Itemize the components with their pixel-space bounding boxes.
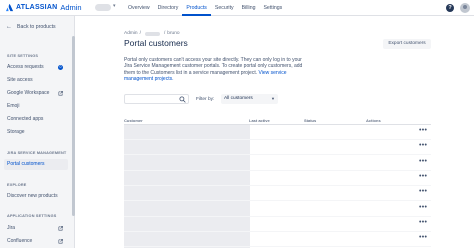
breadcrumb-admin[interactable]: Admin xyxy=(124,31,138,36)
nav-directory[interactable]: Directory xyxy=(154,0,183,16)
more-actions-icon[interactable]: ••• xyxy=(419,219,427,226)
sidebar-item-label: Confluence xyxy=(7,238,33,244)
more-actions-icon[interactable]: ••• xyxy=(419,234,427,241)
breadcrumb-redacted[interactable] xyxy=(144,31,160,36)
sidebar-item-label: Discover new products xyxy=(7,193,58,199)
section-explore: EXPLORE xyxy=(7,183,27,187)
nav-settings[interactable]: Settings xyxy=(259,0,286,16)
sidebar-item-access-requests[interactable]: Access requests 0 xyxy=(7,62,67,73)
nav-overview[interactable]: Overview xyxy=(124,0,154,16)
redacted-customer-list xyxy=(124,125,250,248)
org-switcher[interactable] xyxy=(95,4,111,11)
chevron-down-icon: ▼ xyxy=(271,96,275,101)
sidebar-item-label: Storage xyxy=(7,129,25,135)
atlassian-logo[interactable]: ATLASSIAN Admin xyxy=(5,3,82,12)
table-row xyxy=(124,184,431,186)
filter-label: Filter by: xyxy=(196,97,215,102)
more-actions-icon[interactable]: ••• xyxy=(419,204,427,211)
back-to-products-link[interactable]: ← Back to products xyxy=(6,24,56,30)
sidebar-item-site-access[interactable]: Site access xyxy=(7,75,67,86)
external-link-icon xyxy=(58,91,63,96)
sidebar-item-connected-apps[interactable]: Connected apps xyxy=(7,114,67,125)
nav-products[interactable]: Products xyxy=(182,0,211,16)
sidebar-item-jira[interactable]: Jira xyxy=(7,223,67,234)
filter-select[interactable]: All customers ▼ xyxy=(221,94,278,104)
nav-billing[interactable]: Billing xyxy=(238,0,260,16)
sidebar-item-label: Site access xyxy=(7,77,33,83)
breadcrumb-site[interactable]: bruno xyxy=(167,31,179,36)
sidebar-item-label: Google Workspace xyxy=(7,90,50,96)
export-customers-button[interactable]: Export customers xyxy=(383,39,431,49)
sidebar-item-confluence[interactable]: Confluence xyxy=(7,236,67,247)
column-header-customer[interactable]: Customer xyxy=(124,118,143,123)
sidebar-scrollbar[interactable] xyxy=(72,36,75,216)
section-jira-service-management: JIRA SERVICE MANAGEMENT xyxy=(7,151,67,155)
search-input[interactable] xyxy=(124,94,189,104)
back-label: Back to products xyxy=(17,24,56,30)
page-description: Portal only customers can't access your … xyxy=(124,57,304,82)
page-title: Portal customers xyxy=(124,38,188,48)
breadcrumb: Admin / / bruno xyxy=(124,31,180,36)
more-actions-icon[interactable]: ••• xyxy=(419,142,427,149)
sidebar-item-discover-new-products[interactable]: Discover new products xyxy=(7,191,67,202)
avatar[interactable] xyxy=(460,3,470,13)
table-row xyxy=(124,215,431,217)
sidebar: ← Back to products SITE SETTINGS Access … xyxy=(0,16,75,248)
sidebar-item-google-workspace[interactable]: Google Workspace xyxy=(7,88,67,99)
sidebar-item-label: Portal customers xyxy=(7,161,45,167)
brand-name: ATLASSIAN xyxy=(16,4,58,11)
table-row xyxy=(124,139,431,140)
sidebar-item-storage[interactable]: Storage xyxy=(7,127,67,138)
column-header-status[interactable]: Status xyxy=(304,118,316,123)
more-actions-icon[interactable]: ••• xyxy=(419,158,427,165)
breadcrumb-separator: / xyxy=(139,31,141,36)
column-header-last-active[interactable]: Last active xyxy=(249,118,270,123)
sidebar-item-portal-customers[interactable]: Portal customers xyxy=(4,159,68,170)
filter-value: All customers xyxy=(224,96,253,101)
nav-security[interactable]: Security xyxy=(211,0,238,16)
search-icon xyxy=(179,96,186,103)
help-icon[interactable]: ? xyxy=(446,4,454,12)
section-application-settings: APPLICATION SETTINGS xyxy=(7,214,57,218)
external-link-icon xyxy=(58,239,63,244)
sidebar-item-label: Access requests xyxy=(7,64,44,70)
table-row xyxy=(124,200,431,202)
table-row xyxy=(124,154,431,156)
count-badge: 0 xyxy=(58,65,63,70)
table-row xyxy=(124,169,431,171)
more-actions-icon[interactable]: ••• xyxy=(419,173,427,180)
sidebar-item-emoji[interactable]: Emoji xyxy=(7,101,67,112)
atlassian-logo-icon xyxy=(5,3,14,12)
sidebar-item-label: Connected apps xyxy=(7,116,44,122)
external-link-icon xyxy=(58,226,63,231)
sidebar-item-label: Emoji xyxy=(7,103,20,109)
section-site-settings: SITE SETTINGS xyxy=(7,54,39,58)
top-bar: ATLASSIAN Admin ▾ Overview Directory Pro… xyxy=(0,0,474,16)
table-row xyxy=(124,230,431,232)
column-header-actions: Actions xyxy=(366,118,381,123)
breadcrumb-separator: / xyxy=(163,31,166,36)
sidebar-item-label: Jira xyxy=(7,225,16,231)
chevron-down-icon[interactable]: ▾ xyxy=(113,3,116,9)
product-name: Admin xyxy=(60,3,82,12)
top-nav: Overview Directory Products Security Bil… xyxy=(124,0,286,16)
more-actions-icon[interactable]: ••• xyxy=(419,127,427,134)
arrow-left-icon: ← xyxy=(6,24,12,30)
more-actions-icon[interactable]: ••• xyxy=(419,188,427,195)
table-row xyxy=(124,246,431,248)
